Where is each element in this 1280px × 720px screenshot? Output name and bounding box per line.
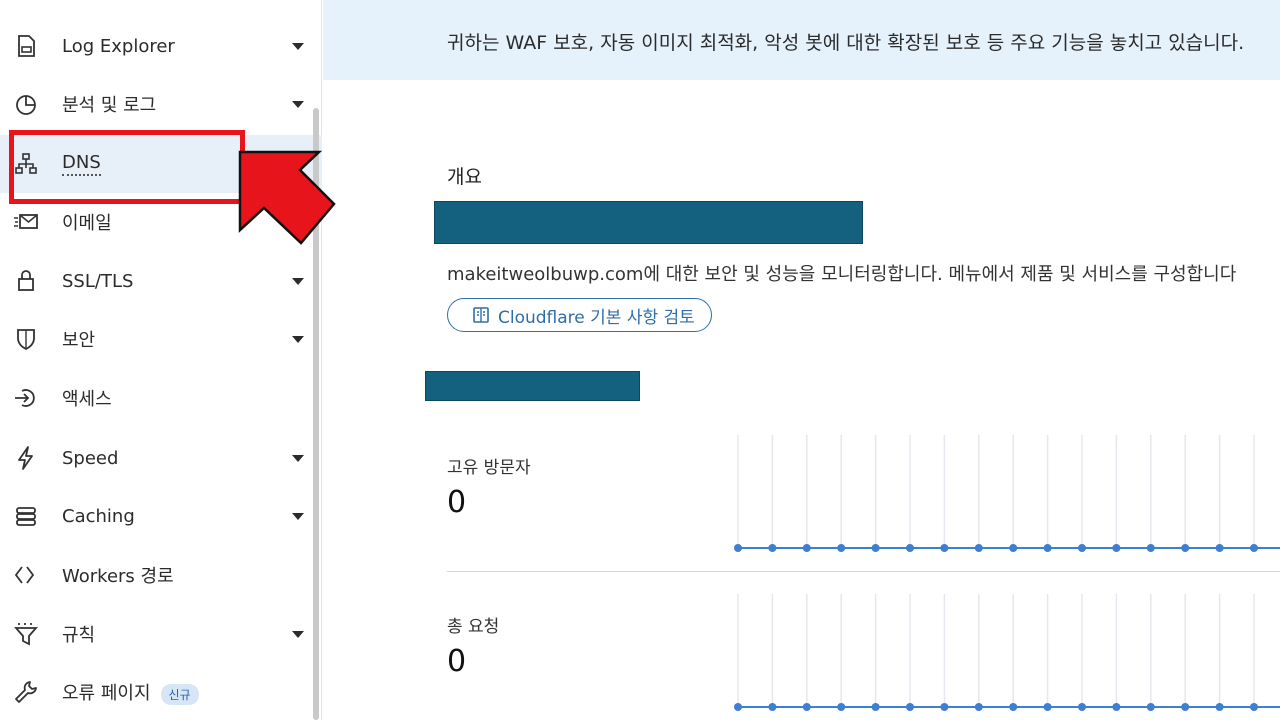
data-point: [1078, 544, 1086, 552]
chevron-down-icon[interactable]: [292, 277, 304, 285]
log-explorer-icon: [12, 32, 40, 60]
chevron-down-icon[interactable]: [292, 454, 304, 462]
data-point: [940, 544, 949, 552]
workers-icon: [12, 561, 40, 589]
sidebar-item-label: Log Explorer: [62, 35, 175, 57]
data-point: [1181, 703, 1190, 711]
redacted-block: [425, 371, 640, 401]
lightning-icon: [12, 444, 40, 472]
description-text: 에 대한 보안 및 성능을 모니터링합니다. 메뉴에서 제품 및 서비스를 구성…: [643, 264, 1237, 285]
data-point: [802, 544, 811, 552]
sidebar-item-label: Workers 경로: [62, 566, 174, 587]
lock-icon: [12, 267, 40, 295]
red-highlight-box: [9, 130, 245, 204]
sparkline-chart: [734, 435, 1280, 552]
data-point: [1215, 544, 1224, 552]
sidebar-item-label: 분석 및 로그: [62, 95, 157, 116]
data-point: [940, 703, 949, 711]
data-point: [1146, 703, 1155, 711]
data-point: [1112, 544, 1121, 552]
redacted-block: [434, 201, 863, 244]
data-point: [1009, 544, 1018, 552]
data-point: [1043, 703, 1052, 711]
data-point: [768, 703, 777, 711]
domain-name: makeitweolbuwp.com: [447, 264, 644, 285]
review-basics-label: Cloudflare 기본 사항 검토: [498, 307, 695, 328]
sidebar-item-label: 이메일: [62, 213, 112, 234]
data-point: [734, 703, 742, 711]
metric-value: 0: [447, 644, 467, 679]
data-point: [974, 544, 983, 552]
metric-label: 총 요청: [447, 617, 500, 637]
metric-label: 고유 방문자: [447, 458, 531, 478]
data-point: [871, 544, 880, 552]
banner-text: 귀하는 WAF 보호, 자동 이미지 최적화, 악성 봇에 대한 확장된 보호 …: [447, 32, 1245, 54]
page-title: 개요: [447, 166, 482, 188]
data-point: [906, 703, 914, 711]
sidebar-item-log-explorer[interactable]: Log Explorer: [0, 17, 322, 75]
data-point: [906, 544, 914, 552]
data-point: [1250, 544, 1258, 552]
main-content: 귀하는 WAF 보호, 자동 이미지 최적화, 악성 봇에 대한 확장된 보호 …: [323, 0, 1280, 720]
wrench-icon: [12, 678, 40, 706]
sparkline-chart: [734, 594, 1280, 711]
book-icon: [473, 307, 489, 323]
sidebar-item-ssl-tls[interactable]: SSL/TLS: [0, 252, 322, 310]
data-point: [1009, 703, 1018, 711]
new-badge: 신규: [160, 683, 199, 705]
sidebar-item-rules[interactable]: 규칙: [0, 605, 322, 663]
data-point: [1078, 703, 1086, 711]
chevron-down-icon[interactable]: [292, 512, 304, 520]
analytics-pie-icon: [12, 90, 40, 118]
sidebar-item-label: SSL/TLS: [62, 270, 134, 292]
chevron-down-icon[interactable]: [292, 335, 304, 343]
data-point: [974, 703, 983, 711]
upgrade-banner: 귀하는 WAF 보호, 자동 이미지 최적화, 악성 봇에 대한 확장된 보호 …: [323, 0, 1280, 80]
chevron-down-icon[interactable]: [292, 100, 304, 108]
sidebar-item-label: Speed: [62, 447, 119, 469]
sidebar: Log Explorer 분석 및 로그 DNS 이메일 SSL/TLS 보안 …: [0, 0, 322, 720]
shield-icon: [12, 325, 40, 353]
sidebar-item-workers-routes[interactable]: Workers 경로: [0, 546, 322, 604]
data-point: [768, 544, 777, 552]
sidebar-item-access[interactable]: 액세스: [0, 369, 322, 427]
sidebar-item-error-pages[interactable]: 오류 페이지 신규: [0, 663, 322, 720]
data-point: [1112, 703, 1121, 711]
rules-funnel-icon: [12, 620, 40, 648]
email-icon: [12, 208, 40, 236]
data-point: [734, 544, 742, 552]
data-point: [1215, 703, 1224, 711]
sidebar-item-analytics[interactable]: 분석 및 로그: [0, 75, 322, 133]
sidebar-item-label: Caching: [62, 505, 135, 527]
metric-value: 0: [447, 485, 467, 520]
sidebar-item-label: 오류 페이지 신규: [62, 679, 199, 705]
review-basics-button[interactable]: Cloudflare 기본 사항 검토: [447, 298, 712, 332]
data-point: [1043, 544, 1052, 552]
overview-description: makeitweolbuwp.com에 대한 보안 및 성능을 모니터링합니다.…: [447, 260, 1236, 286]
sidebar-item-label: 액세스: [62, 389, 112, 410]
caching-stack-icon: [12, 502, 40, 530]
sidebar-item-caching[interactable]: Caching: [0, 487, 322, 545]
sidebar-item-security[interactable]: 보안: [0, 310, 322, 368]
divider: [447, 571, 1280, 572]
data-point: [802, 703, 811, 711]
chevron-down-icon[interactable]: [292, 42, 304, 50]
access-icon: [12, 384, 40, 412]
data-point: [837, 703, 846, 711]
data-point: [1146, 544, 1155, 552]
chevron-down-icon[interactable]: [292, 630, 304, 638]
data-point: [1181, 544, 1190, 552]
data-point: [837, 544, 846, 552]
sidebar-item-label: 규칙: [62, 625, 96, 646]
sidebar-item-speed[interactable]: Speed: [0, 429, 322, 487]
sidebar-item-label-text: 오류 페이지: [62, 683, 151, 704]
sidebar-item-label: 보안: [62, 330, 96, 351]
data-point: [871, 703, 880, 711]
red-arrow-icon: [238, 150, 336, 245]
data-point: [1250, 703, 1258, 711]
